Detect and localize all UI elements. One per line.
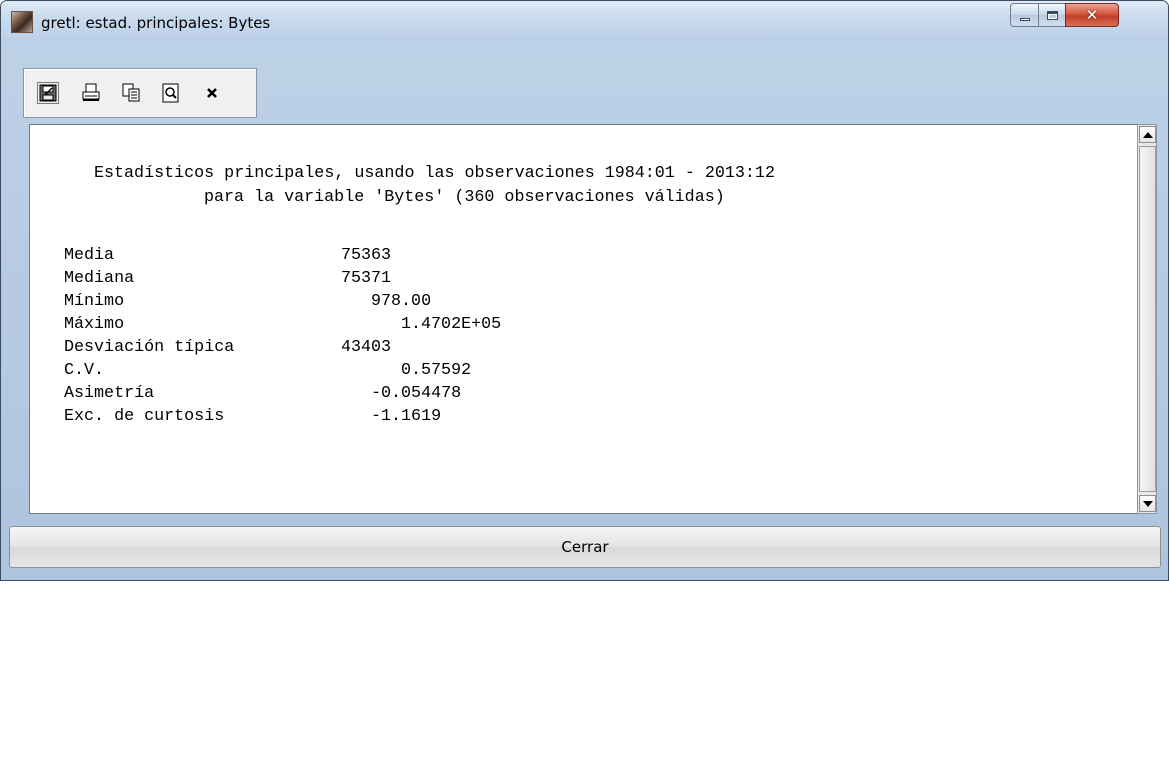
stat-label: Mediana	[64, 269, 135, 288]
report-header-line1: Estadísticos principales, usando las obs…	[94, 164, 775, 183]
stat-label: Asimetría	[64, 384, 155, 403]
minimize-button[interactable]	[1010, 3, 1039, 27]
stat-label: Máximo	[64, 315, 125, 334]
cerrar-button[interactable]: Cerrar	[9, 526, 1161, 568]
stats-window: gretl: estad. principales: Bytes ✕ Estad…	[0, 0, 1169, 581]
maximize-icon	[1046, 10, 1058, 20]
gretl-app-icon	[11, 11, 33, 33]
stat-value: 43403	[341, 338, 392, 357]
maximize-button[interactable]	[1038, 3, 1066, 27]
toolbar	[23, 68, 257, 118]
stat-value: -0.054478	[371, 384, 462, 403]
report-text-view[interactable]: Estadísticos principales, usando las obs…	[29, 124, 1137, 514]
stat-label: Desviación típica	[64, 338, 235, 357]
close-icon	[207, 88, 217, 98]
scroll-up-button[interactable]	[1139, 126, 1156, 143]
stat-value: 75363	[341, 246, 392, 265]
window-close-button[interactable]: ✕	[1065, 3, 1119, 27]
copy-button[interactable]	[119, 81, 143, 105]
arrow-down-icon	[1142, 500, 1153, 507]
save-icon	[37, 82, 59, 104]
window-close-icon: ✕	[1085, 6, 1099, 24]
stat-label: Media	[64, 246, 115, 265]
stat-label: C.V.	[64, 361, 105, 380]
print-button[interactable]	[79, 81, 103, 105]
stat-value: 1.4702E+05	[401, 315, 502, 334]
scroll-thumb[interactable]	[1139, 146, 1156, 492]
scroll-down-button[interactable]	[1139, 495, 1156, 512]
vertical-scrollbar[interactable]	[1137, 124, 1157, 514]
report-content: Estadísticos principales, usando las obs…	[30, 125, 1130, 515]
title-bar[interactable]: gretl: estad. principales: Bytes ✕	[1, 1, 1168, 43]
stat-value: 75371	[341, 269, 392, 288]
stat-value: -1.1619	[371, 407, 442, 426]
stat-label: Exc. de curtosis	[64, 407, 225, 426]
stat-value: 0.57592	[401, 361, 472, 380]
find-icon	[162, 83, 179, 103]
minimize-icon	[1019, 17, 1030, 21]
find-button[interactable]	[159, 81, 183, 105]
copy-icon	[122, 83, 140, 102]
print-icon	[82, 83, 100, 101]
window-title: gretl: estad. principales: Bytes	[41, 14, 271, 32]
close-tool-button[interactable]	[200, 81, 224, 105]
save-button[interactable]	[36, 81, 60, 105]
arrow-up-icon	[1142, 131, 1153, 138]
stat-label: Mínimo	[64, 292, 125, 311]
report-header-line2: para la variable 'Bytes' (360 observacio…	[204, 188, 725, 207]
stat-value: 978.00	[371, 292, 432, 311]
